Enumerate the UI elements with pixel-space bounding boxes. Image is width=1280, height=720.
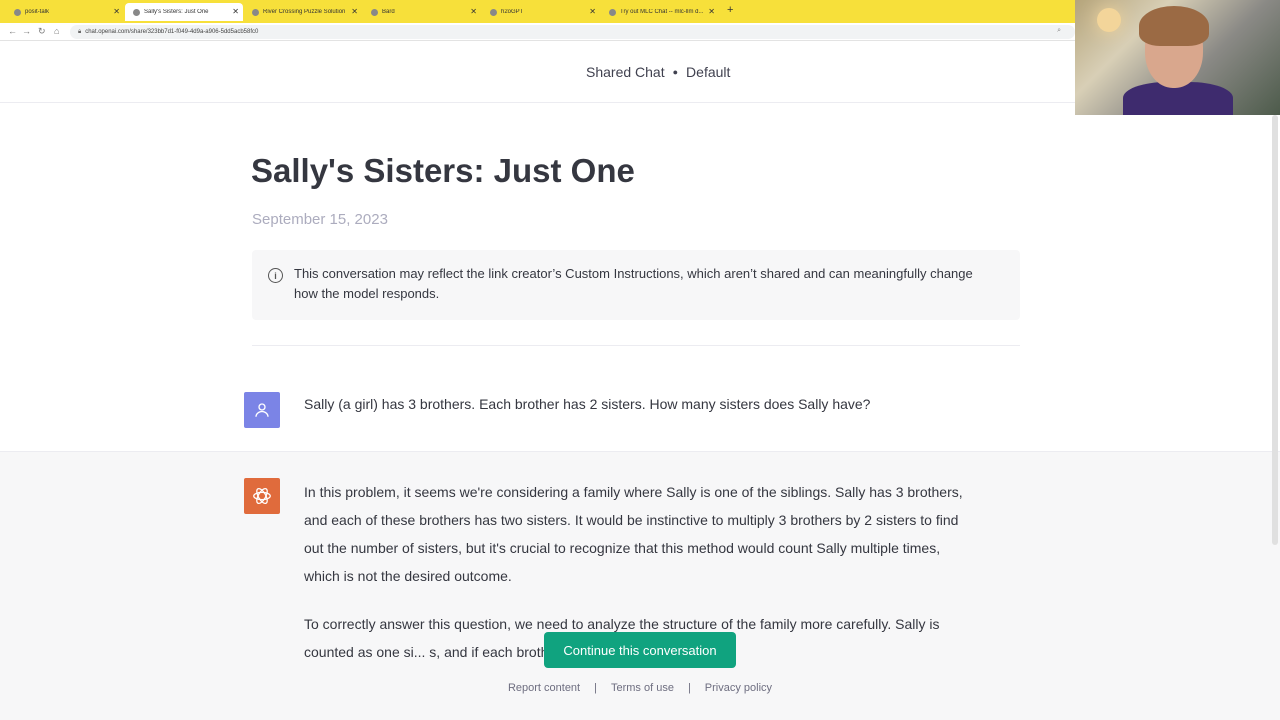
conversation-date: September 15, 2023	[252, 211, 388, 228]
zoom-icon[interactable]: ⌕	[1057, 27, 1061, 35]
favicon-icon	[371, 8, 378, 16]
browser-tab[interactable]: River Crossing Puzzle Solution ✕	[244, 3, 362, 21]
forward-icon[interactable]: →	[22, 26, 31, 36]
browser-tab[interactable]: Bard ✕	[363, 3, 481, 21]
footer: Report content | Terms of use | Privacy …	[0, 678, 1280, 698]
privacy-policy-link[interactable]: Privacy policy	[705, 682, 772, 694]
lock-icon: 🔒︎	[78, 28, 82, 35]
continue-conversation-button[interactable]: Continue this conversation	[544, 632, 736, 668]
person-hair	[1139, 6, 1209, 46]
info-icon: i	[268, 268, 283, 283]
url-field[interactable]: 🔒︎ chat.openai.com/share/323bb7d1-f049-4…	[70, 25, 1075, 39]
lamp-light	[1097, 8, 1121, 32]
report-content-link[interactable]: Report content	[508, 682, 580, 694]
reload-icon[interactable]: ↻	[38, 26, 46, 37]
close-tab-icon[interactable]: ✕	[113, 7, 120, 16]
footer-separator: |	[687, 682, 691, 694]
close-tab-icon[interactable]: ✕	[351, 7, 358, 16]
user-message-text: Sally (a girl) has 3 brothers. Each brot…	[304, 396, 871, 412]
tab-title: Bard	[382, 9, 395, 15]
browser-tab[interactable]: h2oGPT ✕	[482, 3, 600, 21]
divider	[252, 345, 1020, 346]
tab-title: h2oGPT	[501, 9, 524, 15]
conversation-title: Sally's Sisters: Just One	[251, 152, 635, 189]
home-icon[interactable]: ⌂	[54, 26, 59, 36]
tab-title: posit-talk	[25, 9, 50, 15]
openai-logo-icon	[253, 487, 271, 505]
notice-text: This conversation may reflect the link c…	[294, 266, 973, 301]
assistant-paragraph: In this problem, it seems we're consider…	[304, 484, 963, 584]
user-avatar	[244, 392, 280, 428]
favicon-icon	[252, 8, 259, 16]
tab-title: River Crossing Puzzle Solution	[263, 9, 346, 15]
separator-dot-icon: ●	[672, 67, 679, 77]
browser-tab[interactable]: posit-talk ✕	[6, 3, 124, 21]
terms-of-use-link[interactable]: Terms of use	[611, 682, 674, 694]
favicon-icon	[490, 8, 497, 16]
header-labels: Shared Chat ● Default	[586, 64, 730, 80]
close-tab-icon[interactable]: ✕	[708, 7, 715, 16]
scrollbar-thumb[interactable]	[1272, 115, 1278, 545]
custom-instructions-notice: i This conversation may reflect the link…	[252, 250, 1020, 320]
new-tab-button[interactable]: +	[727, 4, 733, 16]
user-icon	[255, 403, 269, 417]
favicon-icon	[133, 8, 140, 16]
close-tab-icon[interactable]: ✕	[232, 7, 239, 16]
url-text: chat.openai.com/share/323bb7d1-f049-4d9a…	[85, 29, 259, 35]
assistant-avatar	[244, 478, 280, 514]
close-tab-icon[interactable]: ✕	[470, 7, 477, 16]
shared-chat-label: Shared Chat	[586, 64, 665, 80]
webcam-overlay	[1075, 0, 1280, 115]
tab-title: Try out MLC Chat -- mlc-llm d...	[620, 9, 704, 15]
footer-separator: |	[594, 682, 597, 694]
back-icon[interactable]: ←	[8, 26, 17, 36]
favicon-icon	[609, 8, 616, 16]
tab-title: Sally's Sisters: Just One	[144, 9, 209, 15]
browser-tab[interactable]: Try out MLC Chat -- mlc-llm d... ✕	[601, 3, 719, 21]
user-message: Sally (a girl) has 3 brothers. Each brot…	[0, 360, 1280, 452]
close-tab-icon[interactable]: ✕	[589, 7, 596, 16]
favicon-icon	[14, 8, 21, 16]
model-label: Default	[686, 64, 731, 80]
browser-tab-active[interactable]: Sally's Sisters: Just One ✕	[125, 3, 243, 21]
